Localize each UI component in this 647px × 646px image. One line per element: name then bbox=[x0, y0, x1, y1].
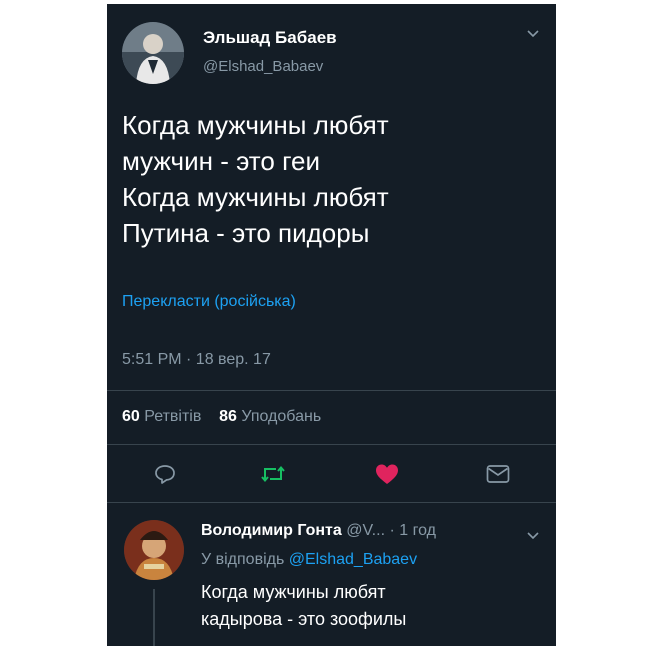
message-icon bbox=[486, 465, 510, 483]
reply-author-name[interactable]: Володимир Гонта bbox=[201, 522, 342, 539]
tweet-text: Когда мужчины любят мужчин - это геи Ког… bbox=[122, 107, 552, 251]
divider bbox=[107, 502, 556, 503]
reply-text-line: Когда мужчины любят bbox=[201, 582, 386, 602]
author-name[interactable]: Эльшад Бабаев bbox=[203, 28, 337, 48]
heart-icon bbox=[376, 464, 398, 484]
reply-text: Когда мужчины любят кадырова - это зоофи… bbox=[201, 579, 406, 633]
in-reply-to-handle[interactable]: @Elshad_Babaev bbox=[289, 551, 417, 568]
likes-count[interactable]: 86 bbox=[219, 408, 237, 425]
retweet-button[interactable] bbox=[255, 456, 291, 492]
tweet-text-line: Когда мужчины любят bbox=[122, 110, 389, 140]
tweet-text-line: мужчин - это геи bbox=[122, 146, 320, 176]
in-reply-to: У відповідь @Elshad_Babaev bbox=[201, 551, 417, 569]
tweet-screen: Эльшад Бабаев @Elshad_Babaev Когда мужчи… bbox=[107, 4, 556, 646]
reply-header: Володимир Гонта @V... · 1 год bbox=[201, 522, 436, 540]
chevron-down-icon[interactable] bbox=[526, 26, 540, 44]
retweet-icon bbox=[261, 465, 285, 483]
reply-author-handle[interactable]: @V... bbox=[346, 522, 385, 539]
retweets-count[interactable]: 60 bbox=[122, 408, 140, 425]
thread-line bbox=[153, 589, 155, 646]
reply-button[interactable] bbox=[147, 456, 183, 492]
tweet-stats: 60 Ретвітів 86 Уподобань bbox=[122, 408, 321, 426]
like-button[interactable] bbox=[369, 456, 405, 492]
tweet-timestamp: 5:51 PM · 18 вер. 17 bbox=[122, 351, 271, 368]
divider bbox=[107, 444, 556, 445]
in-reply-to-prefix: У відповідь bbox=[201, 551, 285, 568]
tweet-text-line: Путина - это пидоры bbox=[122, 218, 370, 248]
reply-text-line: кадырова - это зоофилы bbox=[201, 609, 407, 629]
author-handle[interactable]: @Elshad_Babaev bbox=[203, 58, 323, 75]
translate-link[interactable]: Перекласти (російська) bbox=[122, 293, 296, 311]
divider bbox=[107, 390, 556, 391]
reply-icon bbox=[155, 465, 175, 484]
chevron-down-icon[interactable] bbox=[526, 528, 540, 546]
likes-label[interactable]: Уподобань bbox=[241, 408, 321, 425]
message-button[interactable] bbox=[480, 456, 516, 492]
tweet-text-line: Когда мужчины любят bbox=[122, 182, 389, 212]
reply-author-avatar[interactable] bbox=[124, 520, 184, 580]
retweets-label[interactable]: Ретвітів bbox=[144, 408, 201, 425]
reply-time: · 1 год bbox=[389, 522, 436, 539]
author-avatar[interactable] bbox=[122, 22, 184, 84]
